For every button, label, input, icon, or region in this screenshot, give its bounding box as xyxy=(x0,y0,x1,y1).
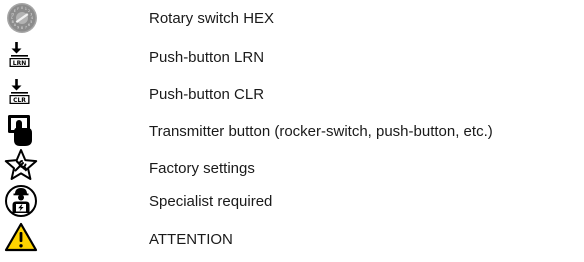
dial-digit: B xyxy=(12,20,14,24)
legend-row-push-button-lrn: LRN Push-button LRN xyxy=(0,39,584,73)
legend-label-attention: ATTENTION xyxy=(149,231,233,248)
dial-digit: E xyxy=(14,9,16,13)
legend-row-transmitter-button: Transmitter button (rocker-switch, push-… xyxy=(0,113,584,147)
legend-label-push-button-lrn: Push-button LRN xyxy=(149,49,265,66)
dial-digit: 0 xyxy=(21,6,23,10)
dial-digit: 9 xyxy=(17,25,19,29)
legend-label-rotary-switch: Rotary switch HEX xyxy=(149,10,275,27)
clr-key-text: CLR xyxy=(13,97,26,104)
rotary-switch-icon: 0123456789ABCDEF xyxy=(4,1,40,35)
legend-label-transmitter-button: Transmitter button (rocker-switch, push-… xyxy=(149,123,493,140)
dial-digit: 8 xyxy=(21,26,23,30)
specialist-required-icon xyxy=(4,184,40,218)
legend-row-rotary-switch: 0123456789ABCDEF Rotary switch HEX xyxy=(0,1,584,35)
push-button-lrn-icon: LRN xyxy=(4,39,40,73)
legend-label-factory-settings: Factory settings xyxy=(149,160,255,177)
dial-digit: 1 xyxy=(25,7,27,11)
dial-digit: 5 xyxy=(30,20,32,24)
legend-row-factory-settings: Factory settings xyxy=(0,149,584,183)
legend-row-specialist-required: Specialist required xyxy=(0,184,584,218)
push-button-clr-icon: CLR xyxy=(4,76,40,110)
transmitter-button-icon xyxy=(4,113,40,147)
legend-label-specialist-required: Specialist required xyxy=(149,193,273,210)
dial-digit: F xyxy=(17,7,19,11)
legend-row-attention: ATTENTION xyxy=(0,221,584,255)
dial-digit: 7 xyxy=(25,25,27,29)
symbol-legend: { "legend": [ {"icon": "rotary-switch-ic… xyxy=(0,0,584,262)
legend-label-push-button-clr: Push-button CLR xyxy=(149,86,265,103)
lrn-key-text: LRN xyxy=(13,60,26,67)
factory-settings-icon xyxy=(4,149,40,183)
legend-row-push-button-clr: CLR Push-button CLR xyxy=(0,76,584,110)
dial-digit: 6 xyxy=(28,23,30,27)
attention-warning-icon xyxy=(4,221,40,255)
